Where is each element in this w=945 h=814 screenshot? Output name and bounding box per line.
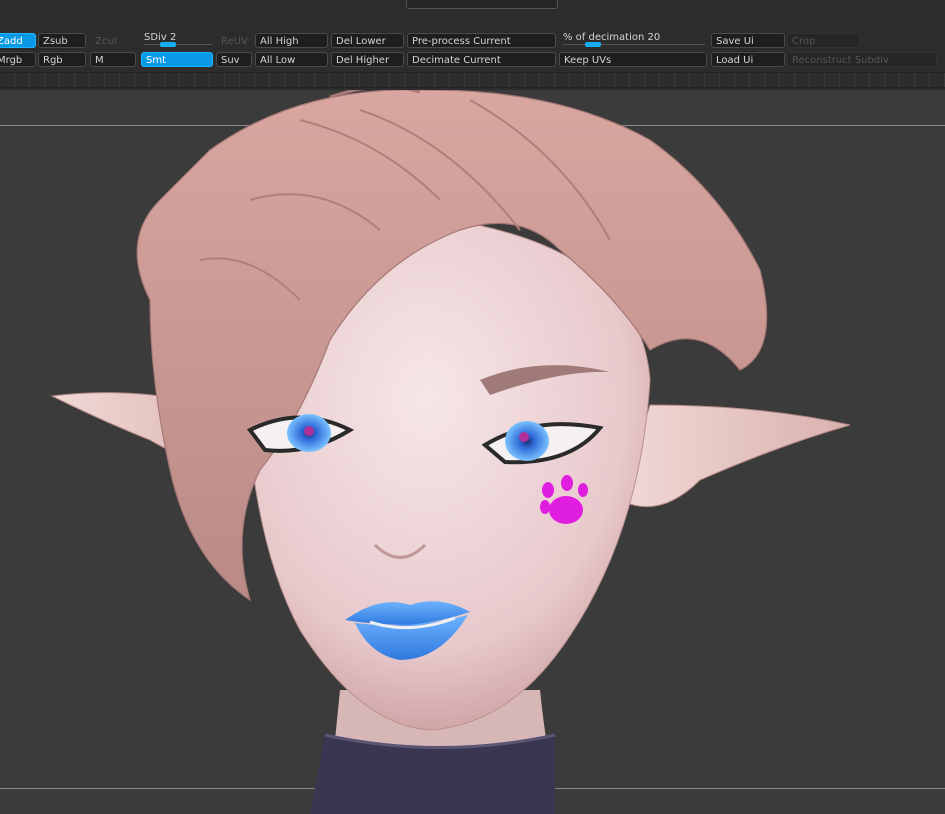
smt-button[interactable]: Smt (141, 52, 213, 67)
smt-label: Smt (146, 55, 167, 66)
sdiv-knob[interactable] (160, 42, 176, 47)
canvas-viewport[interactable] (0, 90, 945, 814)
mrgb-button[interactable]: Mrgb (0, 52, 36, 67)
all-low-label: All Low (260, 55, 296, 66)
del-higher-label: Del Higher (336, 55, 390, 66)
del-higher-button[interactable]: Del Higher (331, 52, 404, 67)
zcut-label: Zcut (95, 36, 118, 47)
rgb-label: Rgb (43, 55, 63, 66)
mrgb-label: Mrgb (0, 55, 23, 66)
choker-collar (310, 733, 556, 814)
top-tab[interactable] (406, 0, 558, 9)
sdiv-slider[interactable]: SDiv 2 (144, 31, 212, 47)
decimate-current-button[interactable]: Decimate Current (407, 52, 556, 67)
all-low-button[interactable]: All Low (255, 52, 328, 67)
toolbar: Zadd Zsub Zcut SDiv 2 ReUV All High Del … (0, 0, 945, 90)
zsub-button[interactable]: Zsub (38, 33, 86, 48)
all-high-button[interactable]: All High (255, 33, 328, 48)
suv-button[interactable]: Suv (216, 52, 252, 67)
del-lower-button[interactable]: Del Lower (331, 33, 404, 48)
keep-uvs-label: Keep UVs (564, 55, 612, 66)
crop-button[interactable]: Crop (787, 33, 860, 48)
reuv-label: ReUV (221, 36, 248, 47)
decimation-value: 20 (647, 32, 661, 43)
keep-uvs-button[interactable]: Keep UVs (559, 52, 707, 67)
sculpt-model (50, 90, 851, 814)
zcut-button[interactable]: Zcut (90, 33, 136, 48)
save-ui-button[interactable]: Save Ui (711, 33, 785, 48)
sdiv-track (144, 44, 212, 45)
right-ear (619, 404, 851, 508)
suv-label: Suv (221, 55, 240, 66)
zadd-button[interactable]: Zadd (0, 33, 36, 48)
decimation-slider[interactable]: % of decimation 20 (563, 31, 705, 47)
reuv-button[interactable]: ReUV (216, 33, 252, 48)
decimation-knob[interactable] (585, 42, 601, 47)
save-ui-label: Save Ui (716, 36, 754, 47)
m-label: M (95, 55, 104, 66)
decimation-label: % of decimation (563, 32, 645, 43)
del-lower-label: Del Lower (336, 36, 386, 47)
rgb-button[interactable]: Rgb (38, 52, 86, 67)
crop-label: Crop (792, 36, 816, 47)
all-high-label: All High (260, 36, 299, 47)
reconstruct-subdiv-label: Reconstruct Subdiv (792, 55, 889, 66)
preprocess-current-label: Pre-process Current (412, 36, 511, 47)
reconstruct-subdiv-button[interactable]: Reconstruct Subdiv (787, 52, 937, 67)
load-ui-button[interactable]: Load Ui (711, 52, 785, 67)
zsub-label: Zsub (43, 36, 68, 47)
preprocess-current-button[interactable]: Pre-process Current (407, 33, 556, 48)
load-ui-label: Load Ui (716, 55, 754, 66)
decimate-current-label: Decimate Current (412, 55, 501, 66)
toolbar-ruler (0, 72, 945, 88)
m-button[interactable]: M (90, 52, 136, 67)
zadd-label: Zadd (0, 36, 23, 47)
